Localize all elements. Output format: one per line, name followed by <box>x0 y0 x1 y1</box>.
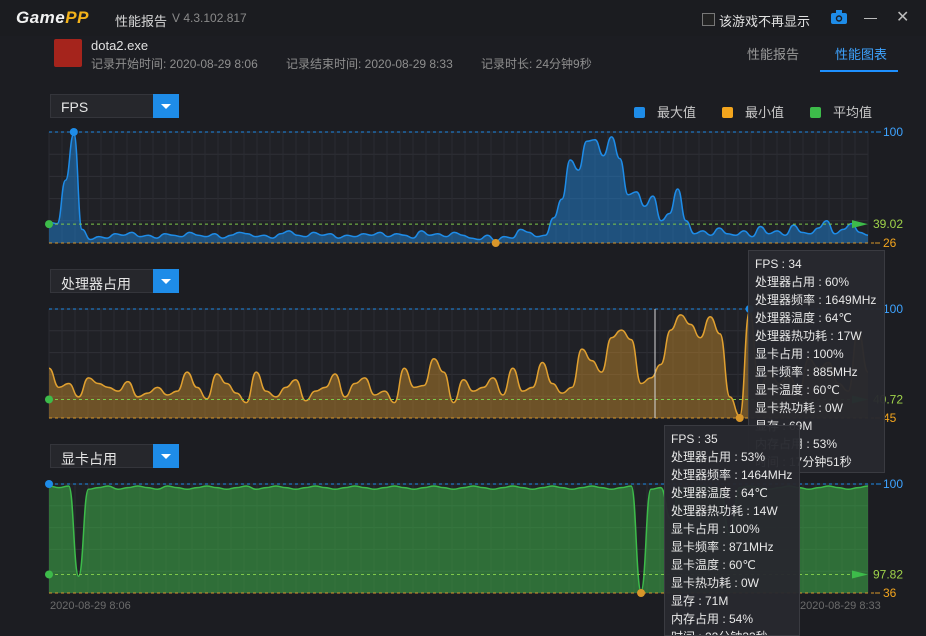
tooltip-line: 显卡热功耗 : 0W <box>755 401 844 415</box>
max-value-label: 100 <box>883 477 903 491</box>
avg-value-label: 39.02 <box>873 217 903 231</box>
tooltip-line: 处理器占用 : 53% <box>671 450 766 464</box>
min-marker <box>735 414 744 422</box>
avg-marker <box>45 570 53 579</box>
tooltip-line: 显卡温度 : 60℃ <box>755 383 840 397</box>
min-value-label: 45 <box>883 411 897 425</box>
tooltip-line: 处理器频率 : 1649MHz <box>755 293 877 307</box>
max-value-label: 100 <box>883 302 903 316</box>
tooltip-line: 显卡热功耗 : 0W <box>671 576 760 590</box>
avg-marker <box>45 220 53 229</box>
tooltip-line: 内存占用 : 54% <box>671 612 754 626</box>
min-value-label: 26 <box>883 236 897 250</box>
tooltip-line: 时间 : 22分钟33秒 <box>671 628 793 635</box>
min-marker <box>491 239 500 247</box>
tooltip-line: 处理器热功耗 : 17W <box>755 329 862 343</box>
tooltip-line: 处理器占用 : 60% <box>755 275 850 289</box>
max-value-label: 100 <box>883 125 903 139</box>
tooltip-line: FPS : 35 <box>671 432 718 446</box>
max-marker <box>45 480 53 488</box>
tooltip-line: FPS : 34 <box>755 257 802 271</box>
max-marker <box>69 128 78 136</box>
tooltip-line: 处理器温度 : 64℃ <box>755 311 852 325</box>
tooltip-line: 显存 : 71M <box>671 594 729 608</box>
tooltip-line: 显卡频率 : 871MHz <box>671 540 774 554</box>
min-value-label: 36 <box>883 586 897 600</box>
tooltip-line: 处理器热功耗 : 14W <box>671 504 778 518</box>
x-axis-end-date: 2020-08-29 8:33 <box>800 600 881 612</box>
tooltip-line: 处理器频率 : 1464MHz <box>671 468 793 482</box>
hover-tooltip-gpu: FPS : 35 处理器占用 : 53% 处理器频率 : 1464MHz 处理器温度 … <box>664 425 800 636</box>
tooltip-line: 显卡占用 : 100% <box>755 347 844 361</box>
tooltip-line: 显卡温度 : 60℃ <box>671 558 756 572</box>
tooltip-line: 处理器温度 : 64℃ <box>671 486 768 500</box>
avg-marker <box>45 395 53 404</box>
min-marker <box>637 589 646 597</box>
avg-value-label: 97.82 <box>873 567 903 581</box>
tooltip-line: 显卡占用 : 100% <box>671 522 760 536</box>
tooltip-line: 显卡频率 : 885MHz <box>755 365 858 379</box>
chart-plot-area <box>49 132 868 243</box>
x-axis-start-date: 2020-08-29 8:06 <box>50 600 131 612</box>
